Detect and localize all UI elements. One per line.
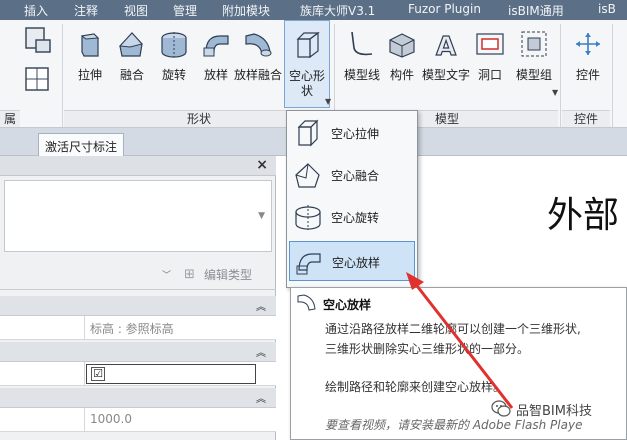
property-row-numeric: 1000.0: [0, 408, 276, 432]
swept-blend-label: 放样融合: [234, 68, 283, 82]
column-divider: [84, 408, 85, 432]
model-group-dropdown-arrow[interactable]: ▼: [552, 88, 558, 97]
void-revolve-label: 空心旋转: [331, 211, 380, 225]
property-row-level: 标高 : 参照标高: [0, 316, 276, 340]
level-value[interactable]: 标高 : 参照标高: [90, 320, 174, 337]
numeric-value[interactable]: 1000.0: [90, 412, 132, 426]
void-revolve-item[interactable]: 空心旋转: [289, 197, 415, 237]
filter-dropdown-chevron-icon[interactable]: ﹀: [162, 268, 171, 281]
tab-isbim[interactable]: isBIM通用: [508, 2, 564, 19]
blend-label: 融合: [119, 68, 144, 82]
properties-header: ×: [0, 156, 276, 176]
model-text-icon: A: [435, 31, 456, 58]
property-group-header[interactable]: ︽: [0, 296, 276, 316]
activate-dimensions-tab[interactable]: 激活尺寸标注: [38, 133, 125, 156]
panel-label-properties: 属性: [0, 110, 20, 127]
revolve-icon: [161, 32, 187, 58]
tooltip-line: 绘制路径和轮廓来创建空心放样。: [325, 380, 506, 394]
instance-filter-row: ﹀ ⊞ 编辑类型: [0, 260, 276, 290]
void-forms-icon: [296, 31, 320, 59]
properties-palette: × ▼ ﹀ ⊞ 编辑类型 ︽ 标高 : 参照标高 ︽ ☑ ︽ 1000.0: [0, 156, 276, 440]
type-selector[interactable]: ▼: [4, 180, 272, 252]
void-forms-label: 空心形状: [288, 69, 325, 98]
extrusion-label: 拉伸: [77, 68, 102, 82]
void-forms-dropdown: 空心拉伸 空心融合 空心旋转 空心放样: [286, 110, 418, 288]
sweep-label: 放样: [203, 68, 228, 82]
tab-isb-cut[interactable]: isB: [598, 2, 616, 16]
void-forms-dropdown-arrow[interactable]: ▼: [325, 97, 331, 106]
panel-separator: [62, 24, 63, 127]
view-title-text: 外部: [547, 195, 620, 236]
opening-label: 洞口: [477, 68, 502, 82]
tab-manage[interactable]: 管理: [173, 2, 197, 19]
property-group-header[interactable]: ︽: [0, 342, 276, 362]
component-label: 构件: [389, 68, 414, 82]
void-blend-label: 空心融合: [331, 169, 380, 183]
void-sweep-item[interactable]: 空心放样: [289, 241, 415, 281]
void-extrusion-icon: [297, 119, 319, 147]
model-group-label: 模型组: [515, 68, 552, 82]
property-row-checkbox: ☑: [0, 362, 276, 386]
swept-blend-icon: [245, 33, 272, 57]
panel-label-control: 控件: [562, 110, 610, 127]
void-blend-item[interactable]: 空心融合: [289, 155, 415, 195]
svg-text:A: A: [436, 32, 456, 58]
revolve-label: 旋转: [161, 68, 186, 82]
void-extrusion-item[interactable]: 空心拉伸: [289, 113, 415, 153]
property-group-header[interactable]: ︽: [0, 388, 276, 408]
tab-view[interactable]: 视图: [124, 2, 148, 19]
extrusion-icon: [80, 33, 100, 57]
edit-type-icon: ⊞: [184, 267, 195, 282]
edit-type-label: 编辑类型: [204, 268, 253, 282]
void-sweep-label: 空心放样: [332, 256, 381, 270]
edit-type-button[interactable]: ⊞ 编辑类型: [184, 266, 252, 286]
watermark-text: 品智BIM科技: [516, 404, 592, 419]
collapse-chevron-icon[interactable]: ︽: [256, 390, 266, 405]
sweep-icon: [203, 35, 229, 57]
checkbox-cell: ☑: [86, 364, 256, 384]
control-arrows-icon: [576, 33, 600, 55]
tooltip-line: 通过沿路径放样二维轮廓可以创建一个三维形状,: [325, 322, 581, 336]
type-selector-scroll-arrow[interactable]: ▼: [258, 211, 265, 221]
tab-fuzor-plugin[interactable]: Fuzor Plugin: [408, 2, 481, 16]
wechat-icon: [491, 400, 511, 417]
void-forms-button[interactable]: 空心形状 ▼: [284, 20, 331, 108]
tab-family-library[interactable]: 族库大师V3.1: [300, 2, 375, 19]
control-label: 控件: [575, 68, 600, 82]
model-group-icon: [521, 31, 547, 57]
model-line-icon: [351, 31, 373, 56]
tooltip-title: 空心放样: [323, 298, 372, 312]
void-revolve-icon: [295, 205, 321, 230]
close-icon[interactable]: ×: [256, 157, 268, 173]
menu-tab-bar: 插入 注释 视图 管理 附加模块 族库大师V3.1 Fuzor Plugin i…: [0, 0, 627, 20]
panel-separator: [612, 24, 613, 127]
void-swept-blend-icon: [297, 294, 316, 311]
void-sweep-icon: [296, 253, 321, 275]
opening-icon: [476, 33, 504, 55]
blend-icon: [118, 32, 143, 57]
property-checkbox[interactable]: ☑: [91, 367, 105, 381]
family-category-icon: [25, 67, 49, 91]
model-text-label: 模型文字: [422, 68, 471, 82]
tooltip-line: 三维形状删除实心三维形状的一部分。: [325, 342, 530, 356]
void-blend-icon: [295, 163, 320, 188]
column-divider: [84, 362, 85, 386]
column-divider: [84, 316, 85, 340]
collapse-chevron-icon[interactable]: ︽: [256, 298, 266, 313]
void-extrusion-label: 空心拉伸: [331, 127, 380, 141]
tab-annotate[interactable]: 注释: [74, 2, 98, 19]
collapse-chevron-icon[interactable]: ︽: [256, 344, 266, 359]
tab-addins[interactable]: 附加模块: [222, 2, 270, 19]
family-types-icon: [25, 27, 51, 53]
component-icon: [389, 33, 415, 58]
tab-insert[interactable]: 插入: [24, 2, 48, 19]
panel-separator: [560, 24, 561, 127]
